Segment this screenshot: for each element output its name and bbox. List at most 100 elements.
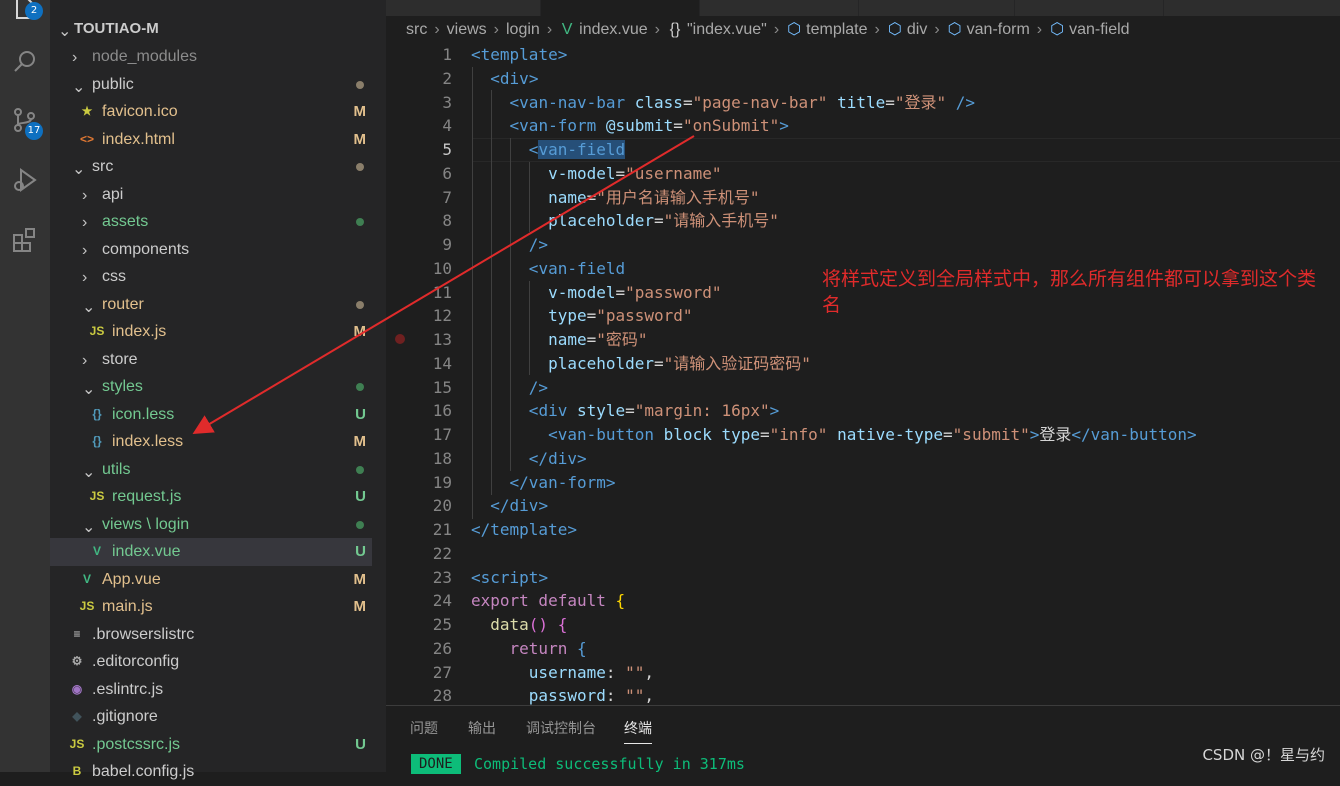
code-text: />	[528, 377, 549, 397]
breadcrumb-item[interactable]: index.vue	[579, 21, 648, 38]
breadcrumb-item[interactable]: van-field	[1069, 21, 1129, 38]
line-number: 4	[442, 116, 452, 136]
vue-file-icon: V	[92, 544, 101, 558]
line-number: 19	[432, 472, 452, 492]
breakpoint-icon[interactable]	[395, 334, 405, 344]
tree-file[interactable]: Vindex.vue U	[50, 538, 372, 566]
editor-tab[interactable]	[700, 0, 859, 16]
tree-folder[interactable]: › css	[50, 263, 372, 291]
editor-tab-active[interactable]	[541, 0, 700, 16]
chevron-right-icon: ›	[82, 351, 88, 369]
tree-folder[interactable]: › node_modules	[50, 43, 372, 71]
tree-folder[interactable]: ⌄ views \ login	[50, 511, 372, 539]
line-number: 21	[432, 520, 452, 539]
git-status-dot	[356, 465, 364, 474]
breadcrumb-item[interactable]: login	[506, 21, 540, 38]
tree-folder[interactable]: ⌄ src	[50, 153, 372, 181]
line-number: 18	[432, 448, 452, 468]
chevron-right-icon: ›	[82, 269, 88, 286]
line-number: 23	[432, 567, 452, 587]
git-status-dot	[356, 383, 364, 391]
panel-tab[interactable]: 问题	[410, 718, 438, 738]
code-text: <div>	[490, 68, 539, 88]
tree-file[interactable]: JS .postcssrc.js U	[50, 731, 372, 759]
tree-file[interactable]: {} icon.less U	[50, 401, 372, 429]
tree-file[interactable]: ⚙ .editorconfig	[50, 648, 372, 676]
tree-file[interactable]: ◉ .eslintrc.js	[50, 676, 372, 704]
list-file-icon: ≡	[73, 626, 81, 641]
tree-item-label: public	[92, 75, 134, 93]
editor-tab[interactable]	[859, 0, 1015, 16]
tree-item-label: index.vue	[112, 543, 181, 560]
editor-tab[interactable]	[386, 0, 541, 16]
tree-file[interactable]: JS request.js U	[50, 483, 372, 511]
breadcrumb: src › views › login › Vindex.vue › {} "index.vue"…	[406, 18, 1130, 42]
panel-tab[interactable]: 调试控制台	[526, 718, 596, 738]
tree-item-label: node_modules	[92, 48, 197, 65]
tree-item-label: components	[102, 240, 190, 258]
tree-file[interactable]: JS index.js M	[50, 318, 372, 346]
breadcrumb-item[interactable]: src	[406, 21, 427, 38]
code-line: 23 <script>	[386, 566, 1340, 590]
explorer-icon[interactable]: 2	[3, 0, 47, 30]
code-text: return {	[509, 638, 587, 658]
line-number: 12	[432, 306, 452, 326]
breadcrumb-item[interactable]: "index.vue"	[687, 21, 767, 38]
tree-item-label: router	[102, 295, 144, 313]
tree-folder[interactable]: ⌄ utils	[50, 456, 372, 484]
explorer-root[interactable]: ⌄ TOUTIAO-M	[50, 15, 372, 43]
line-number: 25	[432, 615, 452, 634]
tree-folder[interactable]: › api	[50, 181, 372, 209]
tree-item-label: App.vue	[102, 570, 161, 588]
line-number: 22	[432, 543, 452, 563]
git-file-icon: ◆	[72, 709, 82, 723]
breadcrumb-item[interactable]: views	[447, 21, 487, 38]
panel-tab[interactable]: 终端	[624, 718, 652, 744]
tree-file[interactable]: JS main.js M	[50, 593, 372, 621]
line-number: 15	[432, 377, 452, 397]
line-number: 9	[442, 235, 452, 254]
tree-file[interactable]: {} index.less M	[50, 428, 372, 456]
tree-file[interactable]: <> index.html M	[50, 126, 372, 154]
tree-item-label: .editorconfig	[92, 653, 180, 670]
chevron-down-icon: ⌄	[72, 78, 86, 96]
done-badge: DONE	[411, 754, 461, 774]
tree-folder[interactable]: › components	[50, 236, 372, 264]
breadcrumb-item[interactable]: div	[907, 21, 927, 38]
tree-file[interactable]: ★ favicon.ico M	[50, 98, 372, 126]
code-text: data() {	[490, 615, 568, 634]
line-number: 5	[442, 140, 452, 159]
tree-folder[interactable]: ⌄ router	[50, 291, 372, 319]
source-control-icon[interactable]: 17	[3, 98, 47, 142]
tree-folder[interactable]: › assets	[50, 208, 372, 236]
panel-tab[interactable]: 输出	[468, 718, 496, 738]
line-number: 14	[432, 353, 452, 373]
tree-item-label: icon.less	[112, 405, 175, 423]
search-icon[interactable]	[3, 40, 47, 84]
breadcrumb-separator: ›	[1036, 21, 1043, 38]
annotation-note: 将样式定义到全局样式中，那么所有组件都可以拿到这个类名	[822, 268, 1317, 316]
tree-file[interactable]: V App.vue M	[50, 566, 372, 594]
editor-tab[interactable]	[1164, 0, 1340, 16]
tree-file[interactable]: ≡ .browserslistrc	[50, 621, 372, 649]
code-line: 25 data() {	[386, 613, 1340, 637]
git-status-badge: M	[353, 103, 367, 120]
tree-folder[interactable]: ⌄ public	[50, 71, 372, 99]
tree-item-label: favicon.ico	[102, 103, 178, 120]
editor-tab[interactable]	[1015, 0, 1164, 16]
breadcrumb-item[interactable]: van-form	[967, 21, 1030, 38]
tree-file[interactable]: ◆ .gitignore	[50, 703, 372, 731]
extensions-icon[interactable]	[3, 218, 47, 262]
tree-folder[interactable]: › store	[50, 346, 372, 374]
breadcrumb-item[interactable]: template	[806, 21, 867, 38]
code-line: 21 </template>	[386, 518, 1340, 542]
git-status-badge: U	[355, 405, 366, 423]
run-debug-icon[interactable]	[3, 158, 47, 202]
line-number: 10	[432, 258, 452, 278]
js-file-icon: JS	[69, 736, 85, 751]
git-status-badge: M	[353, 570, 367, 588]
code-text: <script>	[471, 567, 549, 587]
code-area[interactable]: 1 <template> 2 <div> 3 <van-nav-bar class="…	[386, 43, 1340, 705]
code-line: 28 password: "",	[386, 684, 1340, 705]
tree-folder[interactable]: ⌄ styles	[50, 373, 372, 401]
